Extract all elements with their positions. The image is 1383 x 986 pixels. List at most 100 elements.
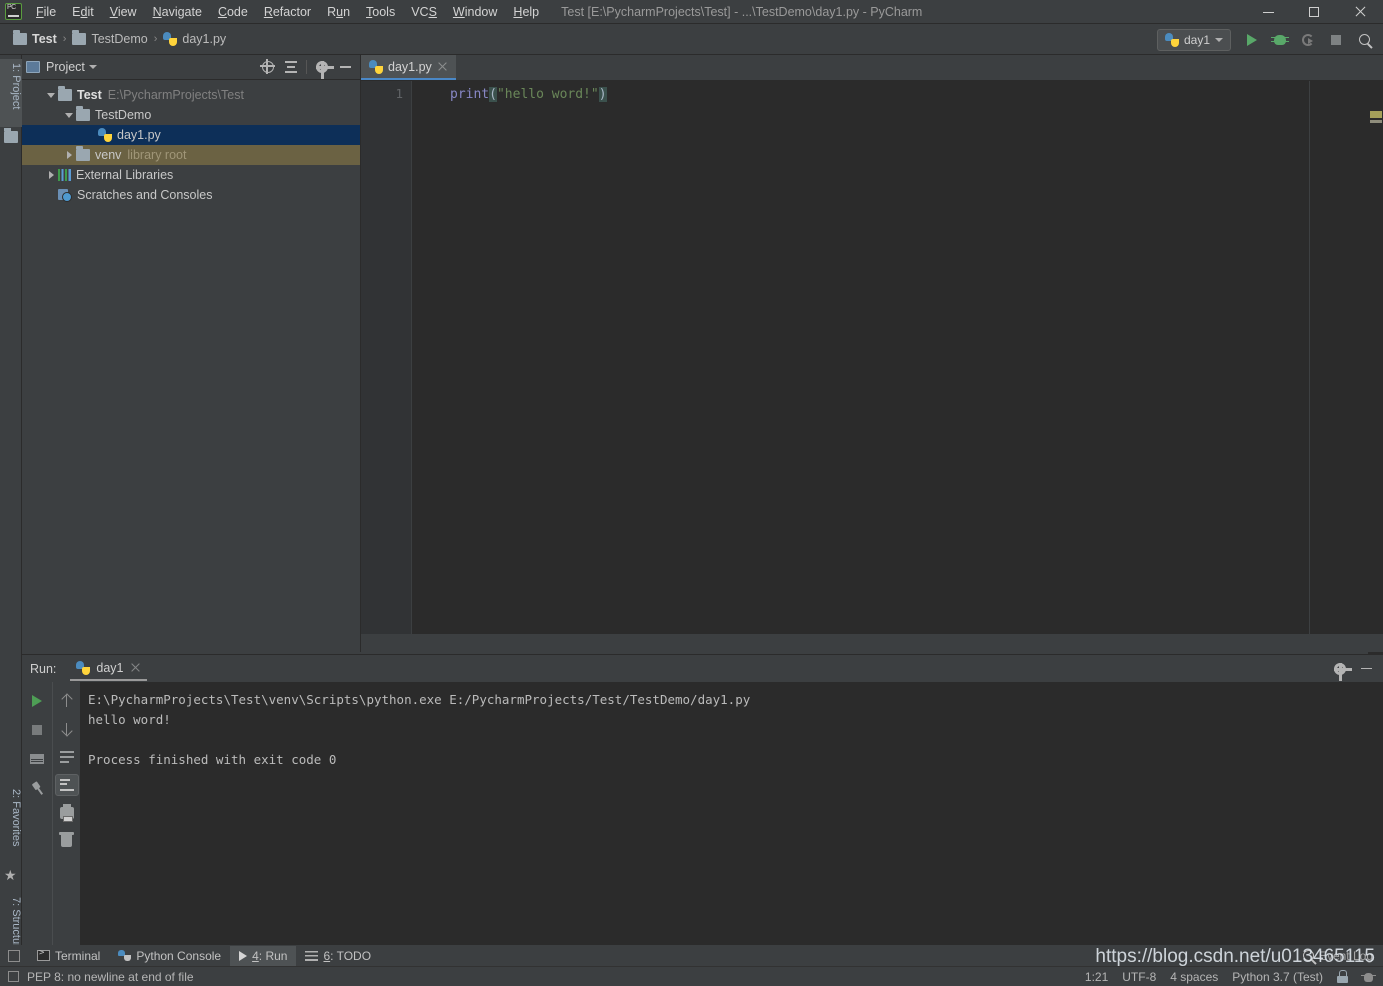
inspection-icon[interactable]	[1361, 971, 1376, 982]
chevron-down-icon[interactable]	[88, 65, 97, 69]
menu-item-run[interactable]: Run	[319, 3, 358, 21]
sidebar-item-favorites[interactable]: 2: Favorites	[0, 785, 22, 863]
search-everywhere-button[interactable]	[1351, 28, 1377, 52]
tree-node-label: External Libraries	[76, 168, 174, 182]
python-icon	[1164, 32, 1179, 47]
python-interpreter[interactable]: Python 3.7 (Test)	[1232, 970, 1323, 984]
chevron-collapsed-icon[interactable]	[62, 151, 76, 159]
folder-icon	[76, 106, 90, 121]
event-log-button[interactable]: Event Log	[1302, 948, 1373, 963]
menu-item-window[interactable]: Window	[445, 3, 505, 21]
stop-button[interactable]	[25, 719, 49, 741]
hide-panel-button[interactable]	[1355, 658, 1377, 680]
tree-node-label: Test	[77, 88, 102, 102]
breadcrumb-item-day1[interactable]: day1.py	[160, 30, 229, 48]
bottom-tab-todo[interactable]: 6: TODO	[296, 946, 380, 966]
menu-item-tools[interactable]: Tools	[358, 3, 403, 21]
bottom-tab-label: Terminal	[55, 948, 101, 963]
settings-button[interactable]	[311, 56, 334, 79]
inspection-marker-secondary-icon	[1370, 120, 1382, 123]
tree-node-test[interactable]: Test E:\PycharmProjects\Test	[22, 85, 360, 105]
menu-item-navigate[interactable]: Navigate	[145, 3, 210, 21]
run-tool-window: Run: day1 E:\PycharmProjects\Test\venv\S…	[22, 654, 1383, 946]
previous-occurrence-button[interactable]	[55, 690, 79, 712]
maximize-button[interactable]	[1291, 0, 1337, 24]
inspection-marker-icon[interactable]	[1370, 111, 1382, 118]
search-icon	[1358, 34, 1370, 45]
project-tool-window: Project Test E:\PycharmProjects\Test Tes…	[22, 55, 361, 652]
tree-node-day1[interactable]: day1.py	[22, 125, 360, 145]
breadcrumb-separator: ›	[153, 33, 158, 45]
run-tab-day1[interactable]: day1	[70, 657, 147, 681]
hide-panel-button[interactable]	[334, 56, 356, 78]
select-opened-file-button[interactable]	[257, 56, 279, 78]
event-log-label: Event Log	[1318, 948, 1373, 963]
tree-node-scratches[interactable]: Scratches and Consoles	[22, 185, 360, 205]
breadcrumb-item-test[interactable]: Test	[10, 30, 60, 48]
run-console-output[interactable]: E:\PycharmProjects\Test\venv\Scripts\pyt…	[80, 682, 1383, 946]
chevron-expanded-icon[interactable]	[44, 92, 58, 98]
search-icon	[1302, 950, 1314, 961]
breadcrumb-label: TestDemo	[91, 32, 148, 46]
play-icon	[1247, 33, 1257, 46]
breadcrumb-item-testdemo[interactable]: TestDemo	[69, 30, 150, 48]
pin-tab-button[interactable]	[25, 777, 49, 799]
rerun-button[interactable]	[25, 690, 49, 712]
scroll-to-end-button[interactable]	[54, 774, 79, 796]
tree-node-external-libraries[interactable]: External Libraries	[22, 165, 360, 185]
run-button[interactable]	[1239, 28, 1265, 52]
coverage-icon	[1302, 33, 1314, 46]
close-icon[interactable]	[130, 662, 141, 673]
run-configuration-selector[interactable]: day1	[1156, 28, 1231, 51]
close-icon[interactable]	[437, 61, 448, 72]
stop-button[interactable]	[1323, 28, 1349, 52]
settings-button[interactable]	[1329, 658, 1352, 681]
file-encoding[interactable]: UTF-8	[1122, 970, 1156, 984]
editor-area: day1.py 1 print("hello word!")	[361, 55, 1383, 678]
editor-tab-day1[interactable]: day1.py	[361, 55, 456, 80]
run-with-coverage-button[interactable]	[1295, 28, 1321, 52]
run-panel-body: E:\PycharmProjects\Test\venv\Scripts\pyt…	[22, 682, 1383, 946]
close-button[interactable]	[1337, 0, 1383, 24]
bottom-tab-label: 4: Run	[252, 948, 288, 963]
bottom-tool-bar: Terminal Python Console 4: Run 6: TODO	[0, 945, 1383, 966]
code-content[interactable]: print("hello word!")	[412, 81, 1383, 652]
console-view-button[interactable]	[25, 748, 49, 770]
collapse-all-button[interactable]	[280, 56, 302, 78]
tree-node-testdemo[interactable]: TestDemo	[22, 105, 360, 125]
editor-vertical-scrollbar[interactable]	[1368, 107, 1383, 678]
next-occurrence-button[interactable]	[55, 718, 79, 740]
bottom-tab-python-console[interactable]: Python Console	[109, 946, 230, 966]
project-panel-title: Project	[46, 60, 85, 74]
menu-item-code[interactable]: Code	[210, 3, 256, 21]
console-line: hello word!	[88, 712, 171, 727]
bottom-tab-run[interactable]: 4: Run	[230, 945, 297, 966]
clear-all-button[interactable]	[55, 830, 79, 852]
menu-item-vcs[interactable]: VCS	[403, 3, 445, 21]
menu-item-file[interactable]: File	[28, 3, 64, 21]
minimize-button[interactable]	[1245, 0, 1291, 24]
sidebar-item-project[interactable]: 1: Project	[0, 59, 22, 127]
lock-icon[interactable]	[1337, 970, 1348, 983]
indent-setting[interactable]: 4 spaces	[1170, 970, 1218, 984]
soft-wrap-button[interactable]	[55, 746, 79, 768]
chevron-collapsed-icon[interactable]	[44, 171, 58, 179]
tree-node-venv[interactable]: venv library root	[22, 145, 360, 165]
bottom-tab-label: Python Console	[136, 948, 222, 963]
chevron-expanded-icon[interactable]	[62, 112, 76, 118]
bottom-tab-terminal[interactable]: Terminal	[28, 946, 109, 966]
debug-button[interactable]	[1267, 28, 1293, 52]
print-button[interactable]	[55, 802, 79, 824]
play-icon	[32, 695, 42, 707]
menu-item-view[interactable]: View	[102, 3, 145, 21]
menu-item-help[interactable]: Help	[505, 3, 547, 21]
menu-item-refactor[interactable]: Refactor	[256, 3, 319, 21]
status-message: PEP 8: no newline at end of file	[27, 969, 194, 984]
menu-item-edit[interactable]: Edit	[64, 3, 102, 21]
caret-position[interactable]: 1:21	[1085, 970, 1108, 984]
code-editor[interactable]: 1 print("hello word!")	[361, 81, 1383, 678]
toggle-tool-windows-icon[interactable]	[8, 949, 20, 962]
gear-icon	[1334, 662, 1352, 681]
pycharm-logo-icon	[5, 3, 22, 20]
editor-tab-label: day1.py	[388, 59, 432, 74]
